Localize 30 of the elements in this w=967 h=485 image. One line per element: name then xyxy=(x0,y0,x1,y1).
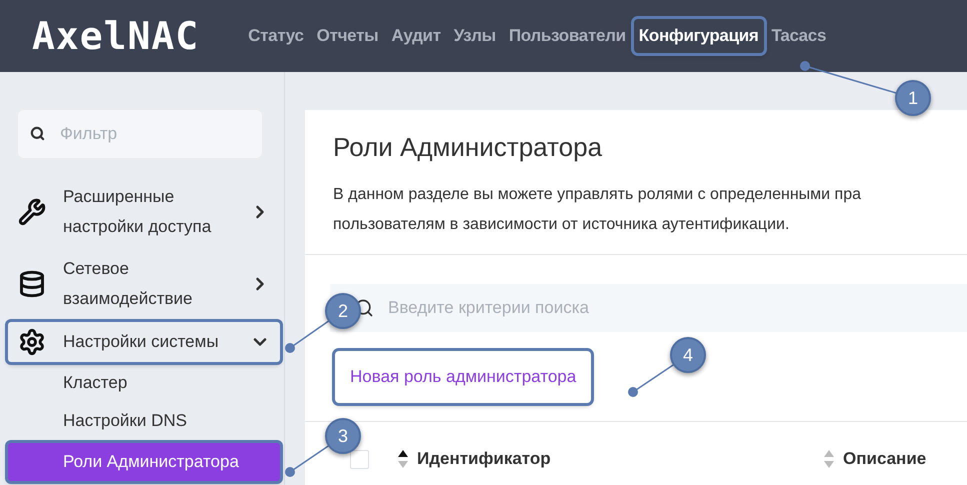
sidebar-group[interactable]: Расширенные настройки доступа xyxy=(8,176,280,248)
sidebar-group-label: Расширенные настройки доступа xyxy=(63,186,212,238)
sidebar-group[interactable]: Настройки системы xyxy=(8,322,280,362)
sidebar-group[interactable]: Сетевое взаимодействие xyxy=(8,248,280,320)
new-role-button[interactable]: Новая роль администратора xyxy=(335,351,592,403)
sidebar-item[interactable]: Роли Администратора xyxy=(8,443,280,481)
page-title: Роли Администратора xyxy=(333,131,604,164)
nav-link[interactable]: Конфигурация xyxy=(634,19,764,53)
column-header[interactable]: Идентификатор xyxy=(417,446,551,472)
select-all-checkbox[interactable] xyxy=(350,450,369,468)
description-text: В данном разделе вы можете управлять ролями с определенными пра xyxy=(333,185,862,205)
nav-link[interactable]: Tacacs xyxy=(766,19,832,53)
sidebar-item[interactable]: Настройки DNS xyxy=(8,402,280,440)
sidebar-group-label: Настройки системы xyxy=(63,331,219,353)
column-header[interactable]: Описание xyxy=(843,446,926,472)
sidebar-item[interactable]: Кластер xyxy=(8,364,280,402)
description-text: пользователям в зависимости от источника аутентификации. xyxy=(333,215,790,235)
app-logo: AxelNAC xyxy=(32,12,200,60)
gear-icon xyxy=(18,328,46,356)
nav-link[interactable]: Узлы xyxy=(448,19,501,53)
database-icon xyxy=(18,270,46,298)
nav-link[interactable]: Отчеты xyxy=(312,19,384,53)
search-icon xyxy=(30,126,45,141)
filter-field[interactable]: Фильтр xyxy=(18,110,262,158)
wrench-icon xyxy=(18,198,46,226)
nav-link[interactable]: Аудит xyxy=(386,19,446,53)
nav-link[interactable]: Пользователи xyxy=(504,19,631,53)
nav-link[interactable]: Статус xyxy=(243,19,309,53)
sidebar-group-label: Сетевое взаимодействие xyxy=(63,258,194,310)
callout-badge: 1 xyxy=(895,80,931,116)
